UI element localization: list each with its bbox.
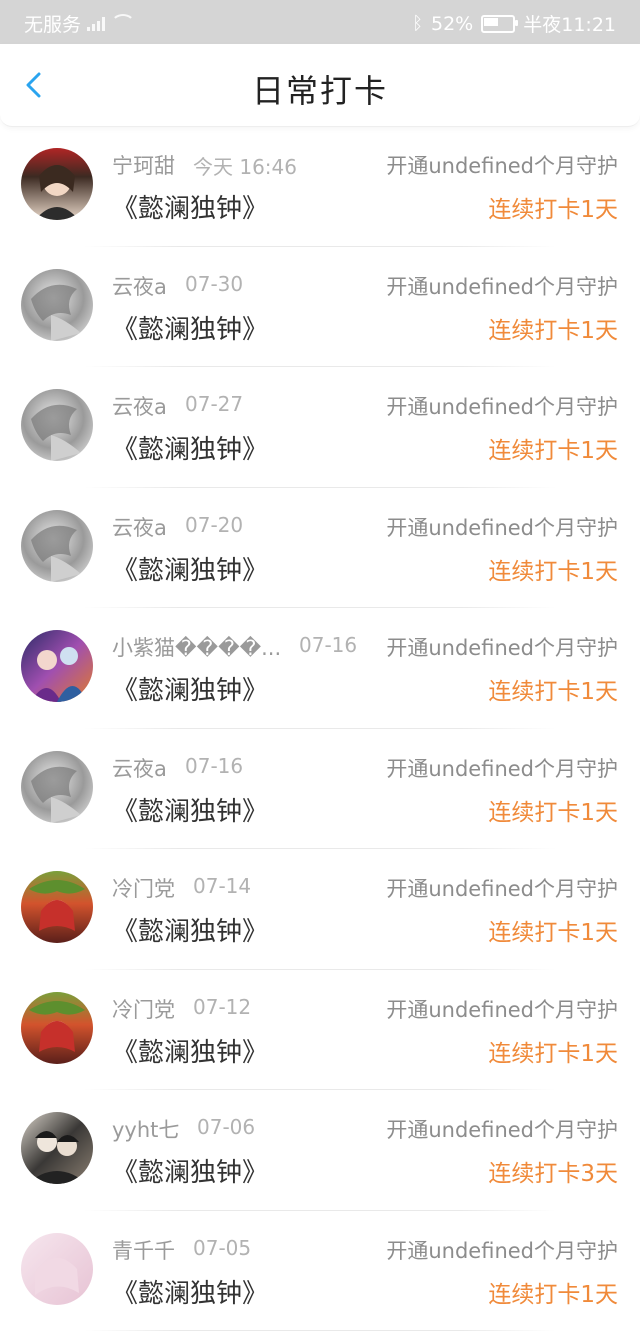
bluetooth-icon: ᛒ: [412, 13, 423, 34]
avatar[interactable]: [21, 1112, 93, 1184]
avatar[interactable]: [21, 751, 93, 823]
checkin-row[interactable]: 云夜a 07-27 开通undefined个月守护《懿澜独钟》 连续打卡1天: [0, 367, 640, 488]
checkin-list: 宁珂甜今天 16:46开通undefined个月守护《懿澜独钟》连续打卡1天云夜…: [0, 126, 640, 1331]
guard-status: 开通undefined个月守护: [386, 391, 618, 421]
streak-count: 连续打卡1天: [488, 1034, 618, 1068]
group-name: 《懿澜独钟》: [112, 791, 268, 828]
checkin-date: 07-27: [185, 392, 243, 416]
streak-count: 连续打卡1天: [488, 190, 618, 224]
user-name[interactable]: yyht七: [112, 1114, 179, 1144]
avatar[interactable]: [21, 1233, 93, 1305]
group-name: 《懿澜独钟》: [112, 1152, 268, 1189]
battery-fill: [484, 18, 498, 26]
avatar[interactable]: [21, 389, 93, 461]
checkin-row[interactable]: 云夜a 07-16 开通undefined个月守护《懿澜独钟》 连续打卡1天: [0, 729, 640, 850]
carrier-text: 无服务: [24, 10, 81, 37]
user-name[interactable]: 云夜a: [112, 271, 167, 301]
battery-icon: [481, 15, 515, 33]
group-name: 《懿澜独钟》: [112, 309, 268, 346]
group-name: 《懿澜独钟》: [112, 670, 268, 707]
streak-count: 连续打卡1天: [488, 913, 618, 947]
user-name[interactable]: 云夜a: [112, 753, 167, 783]
group-name: 《懿澜独钟》: [112, 188, 268, 225]
user-name[interactable]: 小紫猫����...: [112, 632, 281, 662]
checkin-row[interactable]: 冷门党 07-14 开通undefined个月守护《懿澜独钟》 连续打卡1天: [0, 849, 640, 970]
nav-header: 日常打卡: [0, 44, 640, 127]
streak-count: 连续打卡1天: [488, 431, 618, 465]
checkin-row[interactable]: 宁珂甜今天 16:46 开通undefined个月守护《懿澜独钟》 连续打卡1天: [0, 126, 640, 247]
wifi-icon: [111, 14, 135, 34]
group-name: 《懿澜独钟》: [112, 550, 268, 587]
avatar[interactable]: [21, 510, 93, 582]
streak-count: 连续打卡3天: [488, 1154, 618, 1188]
group-name: 《懿澜独钟》: [112, 1032, 268, 1069]
checkin-date: 07-16: [299, 633, 357, 657]
checkin-date: 07-05: [193, 1236, 251, 1260]
checkin-row[interactable]: 青千千07-05开通undefined个月守护《懿澜独钟》连续打卡1天: [0, 1211, 640, 1331]
checkin-row[interactable]: 云夜a 07-20 开通undefined个月守护《懿澜独钟》 连续打卡1天: [0, 488, 640, 609]
avatar[interactable]: [21, 992, 93, 1064]
user-name[interactable]: 云夜a: [112, 512, 167, 542]
avatar[interactable]: [21, 630, 93, 702]
checkin-date: 07-16: [185, 754, 243, 778]
checkin-date: 07-30: [185, 272, 243, 296]
checkin-date: 07-06: [197, 1115, 255, 1139]
streak-count: 连续打卡1天: [488, 552, 618, 586]
guard-status: 开通undefined个月守护: [386, 873, 618, 903]
guard-status: 开通undefined个月守护: [386, 1114, 618, 1144]
page-title: 日常打卡: [0, 66, 640, 112]
guard-status: 开通undefined个月守护: [386, 512, 618, 542]
streak-count: 连续打卡1天: [488, 793, 618, 827]
user-name[interactable]: 云夜a: [112, 391, 167, 421]
clock: 半夜11:21: [523, 10, 616, 37]
guard-status: 开通undefined个月守护: [386, 271, 618, 301]
checkin-row[interactable]: yyht七 07-06 开通undefined个月守护《懿澜独钟》 连续打卡3天: [0, 1090, 640, 1211]
battery-text: 52%: [431, 13, 473, 35]
guard-status: 开通undefined个月守护: [386, 632, 618, 662]
checkin-row[interactable]: 冷门党 07-12 开通undefined个月守护《懿澜独钟》 连续打卡1天: [0, 970, 640, 1091]
user-name[interactable]: 冷门党: [112, 873, 175, 903]
user-name[interactable]: 冷门党: [112, 994, 175, 1024]
avatar[interactable]: [21, 148, 93, 220]
guard-status: 开通undefined个月守护: [386, 994, 618, 1024]
group-name: 《懿澜独钟》: [112, 911, 268, 948]
streak-count: 连续打卡1天: [488, 311, 618, 345]
guard-status: 开通undefined个月守护: [386, 150, 618, 180]
group-name: 《懿澜独钟》: [112, 429, 268, 466]
checkin-row[interactable]: 云夜a 07-30 开通undefined个月守护《懿澜独钟》 连续打卡1天: [0, 247, 640, 368]
user-name[interactable]: 青千千: [112, 1235, 175, 1265]
status-right: ᛒ 52% 半夜11:21: [412, 10, 616, 37]
avatar[interactable]: [21, 269, 93, 341]
guard-status: 开通undefined个月守护: [386, 1235, 618, 1265]
guard-status: 开通undefined个月守护: [386, 753, 618, 783]
user-name[interactable]: 宁珂甜: [112, 150, 175, 180]
group-name: 《懿澜独钟》: [112, 1273, 268, 1310]
checkin-row[interactable]: 小紫猫����... 07-16 开通undefined个月守护《懿澜独钟》 连续打卡…: [0, 608, 640, 729]
signal-icon: [87, 17, 105, 31]
avatar[interactable]: [21, 871, 93, 943]
checkin-date: 07-14: [193, 874, 251, 898]
checkin-date: 今天 16:46: [193, 151, 297, 180]
checkin-date: 07-20: [185, 513, 243, 537]
status-left: 无服务: [24, 10, 135, 37]
streak-count: 连续打卡1天: [488, 672, 618, 706]
checkin-date: 07-12: [193, 995, 251, 1019]
status-bar: 无服务 ᛒ 52% 半夜11:21: [0, 0, 640, 44]
